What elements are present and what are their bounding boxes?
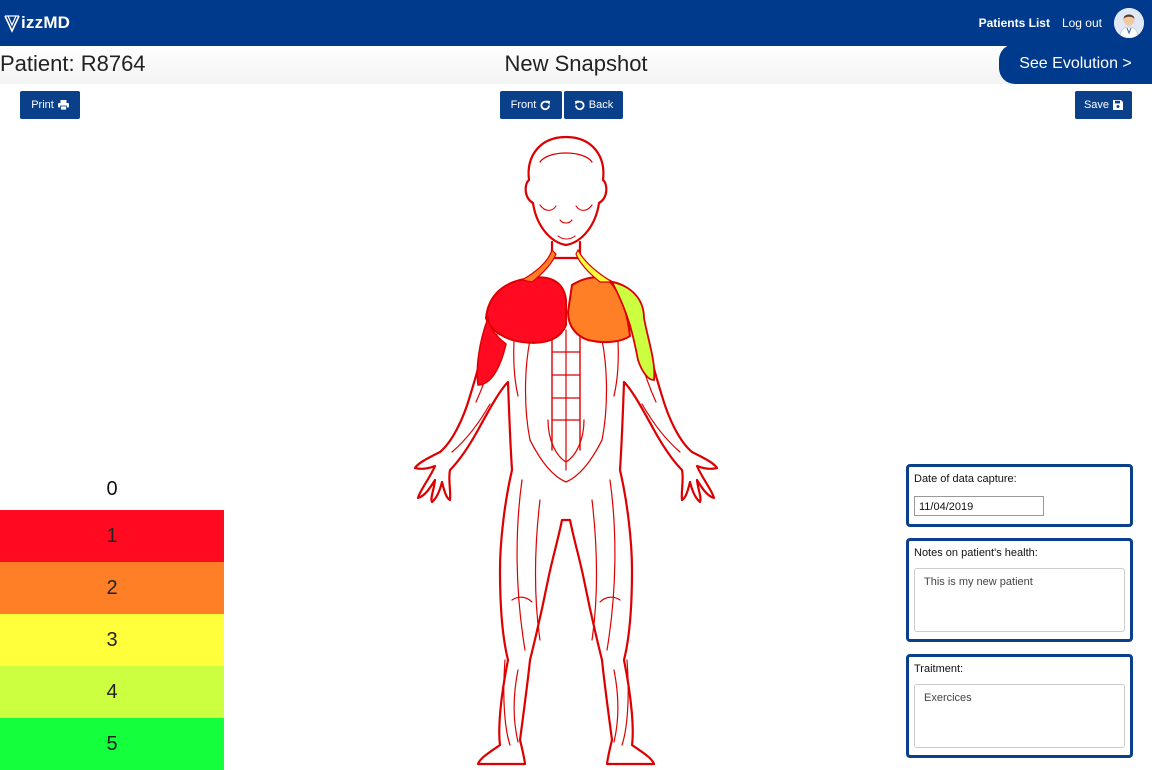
see-evolution-button[interactable]: See Evolution >: [999, 44, 1152, 84]
header-row: Patient: R8764 New Snapshot See Evolutio…: [0, 44, 1152, 84]
floppy-disk-icon: [1113, 100, 1124, 110]
printer-icon: [57, 100, 69, 110]
logo-text: izzMD: [21, 13, 71, 32]
treatment-panel: Traitment: Exercices: [906, 654, 1133, 758]
rotate-right-icon: [540, 100, 551, 110]
save-label: Save: [1083, 99, 1110, 111]
notes-label: Notes on patient's health:: [914, 547, 1038, 559]
rotate-left-icon: [574, 100, 585, 110]
treatment-label: Traitment:: [914, 663, 964, 675]
back-view-button[interactable]: Back: [564, 91, 623, 119]
notes-panel: Notes on patient's health: This is my ne…: [906, 538, 1133, 642]
navbar-right: Patients List Log out: [979, 6, 1144, 40]
logo-v-icon: [4, 15, 20, 33]
doctor-avatar-icon[interactable]: [1114, 8, 1144, 38]
legend-level-5[interactable]: 5: [0, 718, 224, 770]
legend-level-0: 0: [106, 478, 118, 500]
front-label: Front: [510, 99, 537, 111]
print-label: Print: [31, 99, 54, 111]
date-input[interactable]: 11/04/2019: [914, 496, 1044, 516]
treatment-textarea[interactable]: Exercices: [914, 684, 1125, 748]
legend-level-1[interactable]: 1: [0, 510, 224, 562]
front-view-button[interactable]: Front: [500, 91, 562, 119]
app-logo[interactable]: izzMD: [4, 10, 70, 36]
notes-textarea[interactable]: This is my new patient: [914, 568, 1125, 632]
logout-link[interactable]: Log out: [1062, 16, 1102, 30]
date-panel: Date of data capture: 11/04/2019: [906, 464, 1133, 527]
left-shoulder-region: [484, 276, 567, 344]
top-navbar: izzMD Patients List Log out: [0, 0, 1152, 46]
legend-level-4[interactable]: 4: [0, 666, 224, 718]
print-button[interactable]: Print: [20, 91, 80, 119]
patients-list-link[interactable]: Patients List: [979, 16, 1050, 30]
legend-level-2[interactable]: 2: [0, 562, 224, 614]
snapshot-title: New Snapshot: [504, 51, 648, 76]
save-button[interactable]: Save: [1075, 91, 1132, 119]
back-label: Back: [588, 99, 614, 111]
body-figure: [413, 135, 719, 766]
legend-level-3[interactable]: 3: [0, 614, 224, 666]
right-neck-region: [575, 248, 615, 283]
date-label: Date of data capture:: [914, 473, 1017, 485]
